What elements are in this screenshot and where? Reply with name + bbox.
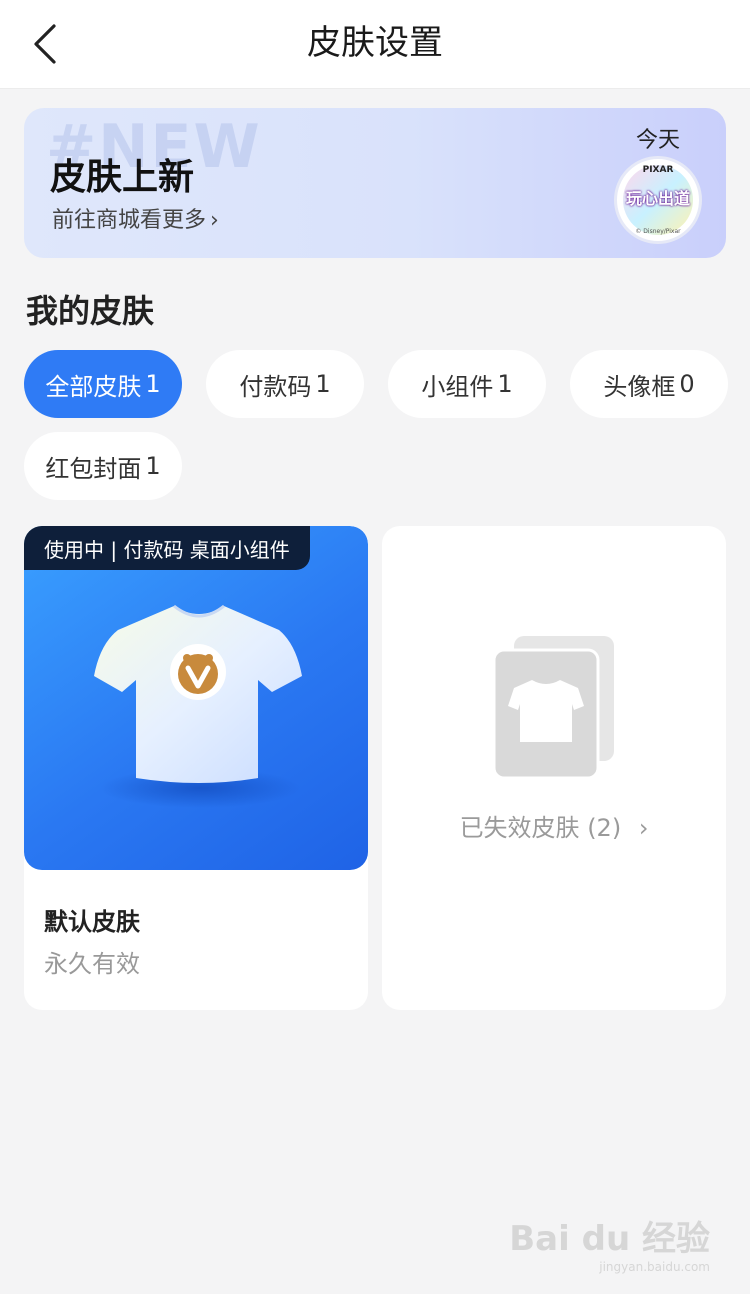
filter-chip-count: 1 — [145, 452, 161, 480]
badge-title: 玩心出道 — [625, 189, 690, 208]
badge-brand: PIXAR — [642, 165, 674, 175]
go-to-store-link[interactable]: 前往商城看更多 › — [52, 202, 219, 234]
filter-chip-red-packet-cover[interactable]: 红包封面 1 — [24, 432, 182, 500]
filter-chip-label: 小组件 — [421, 372, 494, 401]
watermark-url: jingyan.baidu.com — [599, 1260, 710, 1274]
tshirt-icon — [94, 604, 302, 808]
filter-chip-label: 头像框 — [603, 372, 676, 401]
chevron-right-icon: › — [210, 208, 219, 233]
banner-date-label: 今天 — [635, 128, 680, 153]
filter-chip-count: 1 — [145, 370, 161, 398]
chevron-right-icon: › — [638, 814, 649, 842]
expired-skins-label: 已失效皮肤 (2) — [459, 814, 622, 842]
filter-chip-payment-code[interactable]: 付款码 1 — [206, 350, 364, 418]
skin-preview — [24, 526, 368, 870]
filter-chip-avatar-frame[interactable]: 头像框 0 — [570, 350, 728, 418]
filter-chip-widget[interactable]: 小组件 1 — [388, 350, 546, 418]
status-badge: 使用中 | 付款码 桌面小组件 — [24, 526, 310, 570]
filter-chip-count: 1 — [315, 370, 331, 398]
filter-chip-label: 红包封面 — [45, 454, 142, 483]
skin-promo-badge[interactable]: PIXAR 玩心出道 © Disney/Pixar — [614, 156, 702, 244]
go-to-store-label: 前往商城看更多 — [52, 208, 207, 233]
skin-validity: 永久有效 — [44, 950, 140, 978]
expired-skins-card[interactable]: 已失效皮肤 (2) › — [382, 526, 726, 1010]
filter-chip-all[interactable]: 全部皮肤 1 — [24, 350, 182, 418]
skin-name: 默认皮肤 — [44, 908, 140, 936]
badge-copyright: © Disney/Pixar — [635, 228, 681, 235]
filter-chip-count: 1 — [497, 370, 513, 398]
skin-card-default[interactable]: 使用中 | 付款码 桌面小组件 默认皮肤 永久有效 — [24, 526, 368, 1010]
filter-chip-count: 0 — [679, 370, 695, 398]
filter-chip-label: 全部皮肤 — [45, 372, 142, 401]
watermark-logo-text: Bai du 经验 — [509, 1219, 710, 1259]
baidu-watermark: Bai du 经验 jingyan.baidu.com — [509, 1211, 710, 1274]
page-title: 皮肤设置 — [307, 23, 443, 63]
filter-chip-label: 付款码 — [239, 372, 312, 401]
my-skins-heading: 我的皮肤 — [26, 292, 155, 330]
new-skins-banner[interactable]: #NEW 皮肤上新 前往商城看更多 › 今天 PIXAR 玩心出道 © Disne… — [24, 108, 726, 258]
banner-title: 皮肤上新 — [50, 157, 195, 198]
expired-skins-link[interactable]: 已失效皮肤 (2) › — [382, 808, 726, 843]
nav-bar: 皮肤设置 — [0, 0, 750, 89]
